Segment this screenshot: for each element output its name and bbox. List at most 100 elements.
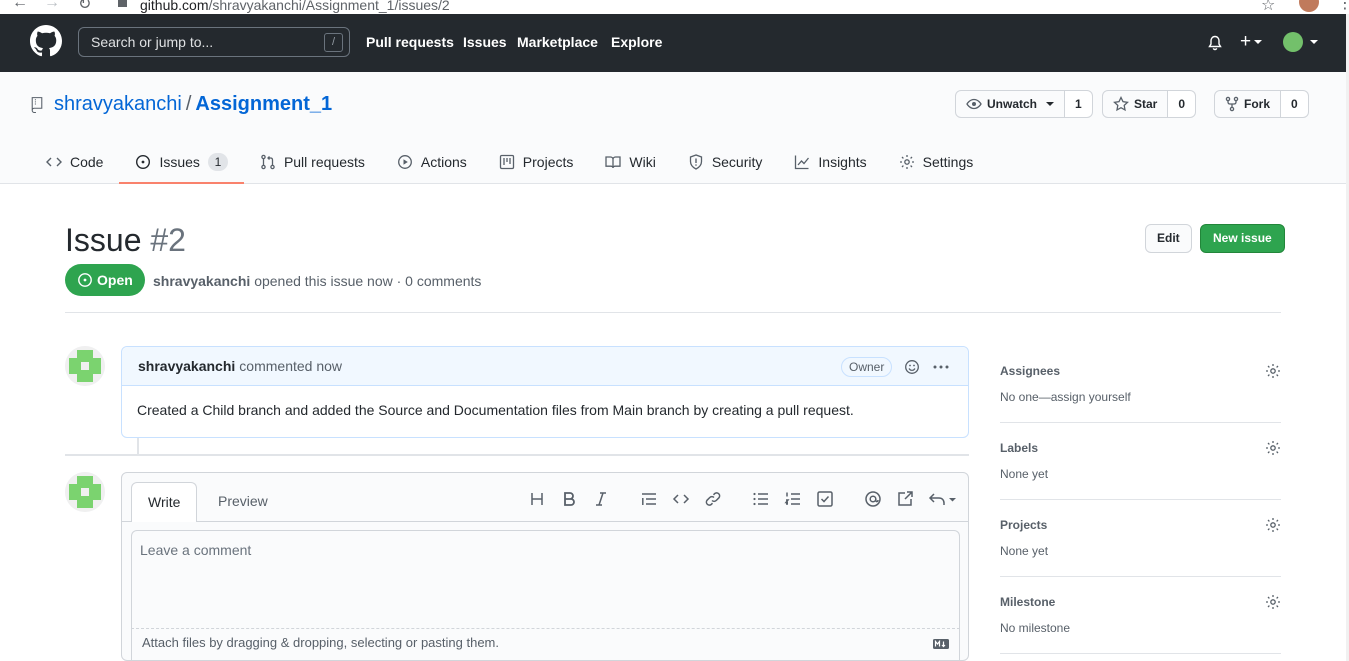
labels-title[interactable]: Labels — [1000, 441, 1038, 455]
avatar[interactable] — [65, 346, 105, 386]
repo-title: shravyakanchi / Assignment_1 — [54, 93, 332, 116]
issue-meta-text: opened this issue now · 0 comments — [254, 273, 482, 289]
forward-icon[interactable]: → — [44, 0, 60, 12]
attach-files-bar[interactable]: Attach files by dragging & dropping, sel… — [131, 629, 960, 661]
tasklist-icon[interactable] — [816, 490, 834, 508]
git-pull-request-icon — [261, 154, 275, 169]
star-icon — [1113, 96, 1129, 112]
cross-reference-icon[interactable] — [896, 490, 914, 508]
new-issue-button[interactable]: New issue — [1200, 224, 1285, 253]
owner-badge: Owner — [841, 357, 893, 377]
preview-tab[interactable]: Preview — [202, 482, 284, 521]
comment-textarea[interactable]: Leave a comment — [131, 530, 960, 629]
bookmark-star-icon[interactable]: ☆ — [1261, 0, 1275, 14]
github-logo-icon[interactable] — [30, 25, 62, 57]
issue-meta: shravyakanchi opened this issue now · 0 … — [153, 273, 481, 289]
tab-code[interactable]: Code — [30, 139, 119, 184]
write-tab[interactable]: Write — [131, 482, 198, 522]
address-bar[interactable]: github.com/shravyakanchi/Assignment_1/is… — [140, 0, 450, 13]
tab-pull-requests[interactable]: Pull requests — [244, 139, 381, 184]
back-icon[interactable]: ← — [12, 0, 28, 12]
user-avatar[interactable] — [1283, 32, 1303, 52]
mention-icon[interactable] — [864, 490, 882, 508]
tab-projects-label: Projects — [522, 153, 574, 170]
tab-settings[interactable]: Settings — [883, 139, 990, 184]
ordered-list-icon[interactable] — [784, 490, 802, 508]
timeline-line — [137, 438, 139, 454]
tab-wiki[interactable]: Wiki — [589, 139, 671, 184]
tab-wiki-label: Wiki — [629, 153, 656, 170]
tab-projects[interactable]: Projects — [483, 139, 590, 184]
discussion-sidebar: Assignees No one—assign yourself Labels … — [1000, 346, 1281, 654]
code-icon — [46, 157, 62, 166]
heading-icon[interactable] — [528, 490, 546, 508]
tab-issues-label: Issues — [159, 153, 200, 170]
issue-author-link[interactable]: shravyakanchi — [153, 273, 250, 289]
tab-insights[interactable]: Insights — [778, 139, 882, 184]
browser-menu-icon[interactable]: ⋮ — [1337, 0, 1349, 13]
smiley-icon[interactable] — [904, 359, 920, 375]
milestone-title[interactable]: Milestone — [1000, 595, 1055, 609]
reply-icon[interactable] — [928, 490, 958, 508]
issue-opened-icon — [136, 154, 151, 169]
sidebar-assignees: Assignees No one—assign yourself — [1000, 346, 1281, 423]
issue-title: Issue #2 — [65, 222, 186, 259]
nav-explore[interactable]: Explore — [611, 34, 662, 50]
tab-actions[interactable]: Actions — [381, 139, 483, 184]
nav-marketplace[interactable]: Marketplace — [517, 34, 598, 50]
italic-icon[interactable] — [592, 490, 610, 508]
projects-title[interactable]: Projects — [1000, 518, 1047, 532]
fork-button[interactable]: Fork — [1214, 90, 1282, 118]
code-icon[interactable] — [672, 490, 690, 508]
tab-security[interactable]: Security — [672, 139, 779, 184]
markdown-icon[interactable] — [933, 639, 949, 649]
tab-issues[interactable]: Issues 1 — [119, 139, 245, 184]
reload-icon[interactable]: ↻ — [78, 0, 91, 14]
fork-label: Fork — [1244, 97, 1271, 111]
bold-icon[interactable] — [560, 490, 578, 508]
star-count[interactable]: 0 — [1168, 90, 1197, 118]
watch-button-group: Unwatch 1 — [955, 90, 1093, 118]
gear-icon[interactable] — [1265, 363, 1281, 379]
nav-pull-requests[interactable]: Pull requests — [366, 34, 454, 50]
issue-title-label: Issue — [65, 222, 142, 258]
issue-state-badge: Open — [65, 264, 145, 296]
bell-icon[interactable] — [1207, 35, 1223, 51]
url-host: github.com — [140, 0, 209, 13]
browser-profile-avatar[interactable] — [1299, 0, 1319, 12]
star-button[interactable]: Star — [1102, 90, 1169, 118]
kebab-horizontal-icon[interactable] — [932, 359, 950, 375]
fork-icon — [1225, 96, 1239, 112]
comment-body: Created a Child branch and added the Sou… — [137, 402, 854, 418]
fork-count[interactable]: 0 — [1281, 90, 1309, 118]
watch-count[interactable]: 1 — [1065, 90, 1093, 118]
identicon-image — [65, 472, 105, 512]
create-new-icon[interactable]: + — [1240, 31, 1263, 53]
user-menu-caret-icon[interactable] — [1306, 33, 1318, 51]
site-header: Search or jump to... / Pull requests Iss… — [0, 14, 1349, 72]
repo-name-link[interactable]: Assignment_1 — [195, 93, 332, 115]
edit-button[interactable]: Edit — [1145, 224, 1192, 253]
assignees-value[interactable]: No one—assign yourself — [1000, 390, 1131, 404]
gear-icon — [899, 154, 914, 169]
comment-header: shravyakanchi commented now Owner — [122, 347, 968, 386]
comment-author-link[interactable]: shravyakanchi — [138, 358, 235, 374]
link-icon[interactable] — [704, 490, 722, 508]
avatar[interactable] — [65, 472, 105, 512]
projects-value: None yet — [1000, 544, 1049, 558]
tab-settings-label: Settings — [922, 153, 974, 170]
search-input[interactable]: Search or jump to... / — [78, 27, 350, 57]
gear-icon[interactable] — [1265, 517, 1281, 533]
nav-issues[interactable]: Issues — [463, 34, 507, 50]
comment-timestamp[interactable]: commented now — [239, 358, 342, 374]
repo-owner-link[interactable]: shravyakanchi — [54, 93, 182, 115]
quote-icon[interactable] — [640, 490, 658, 508]
repo-separator: / — [185, 93, 192, 115]
unwatch-button[interactable]: Unwatch — [955, 90, 1066, 118]
unordered-list-icon[interactable] — [752, 490, 770, 508]
eye-icon — [966, 98, 982, 110]
search-shortcut-hint: / — [324, 33, 343, 52]
gear-icon[interactable] — [1265, 594, 1281, 610]
assignees-title[interactable]: Assignees — [1000, 364, 1060, 378]
gear-icon[interactable] — [1265, 440, 1281, 456]
